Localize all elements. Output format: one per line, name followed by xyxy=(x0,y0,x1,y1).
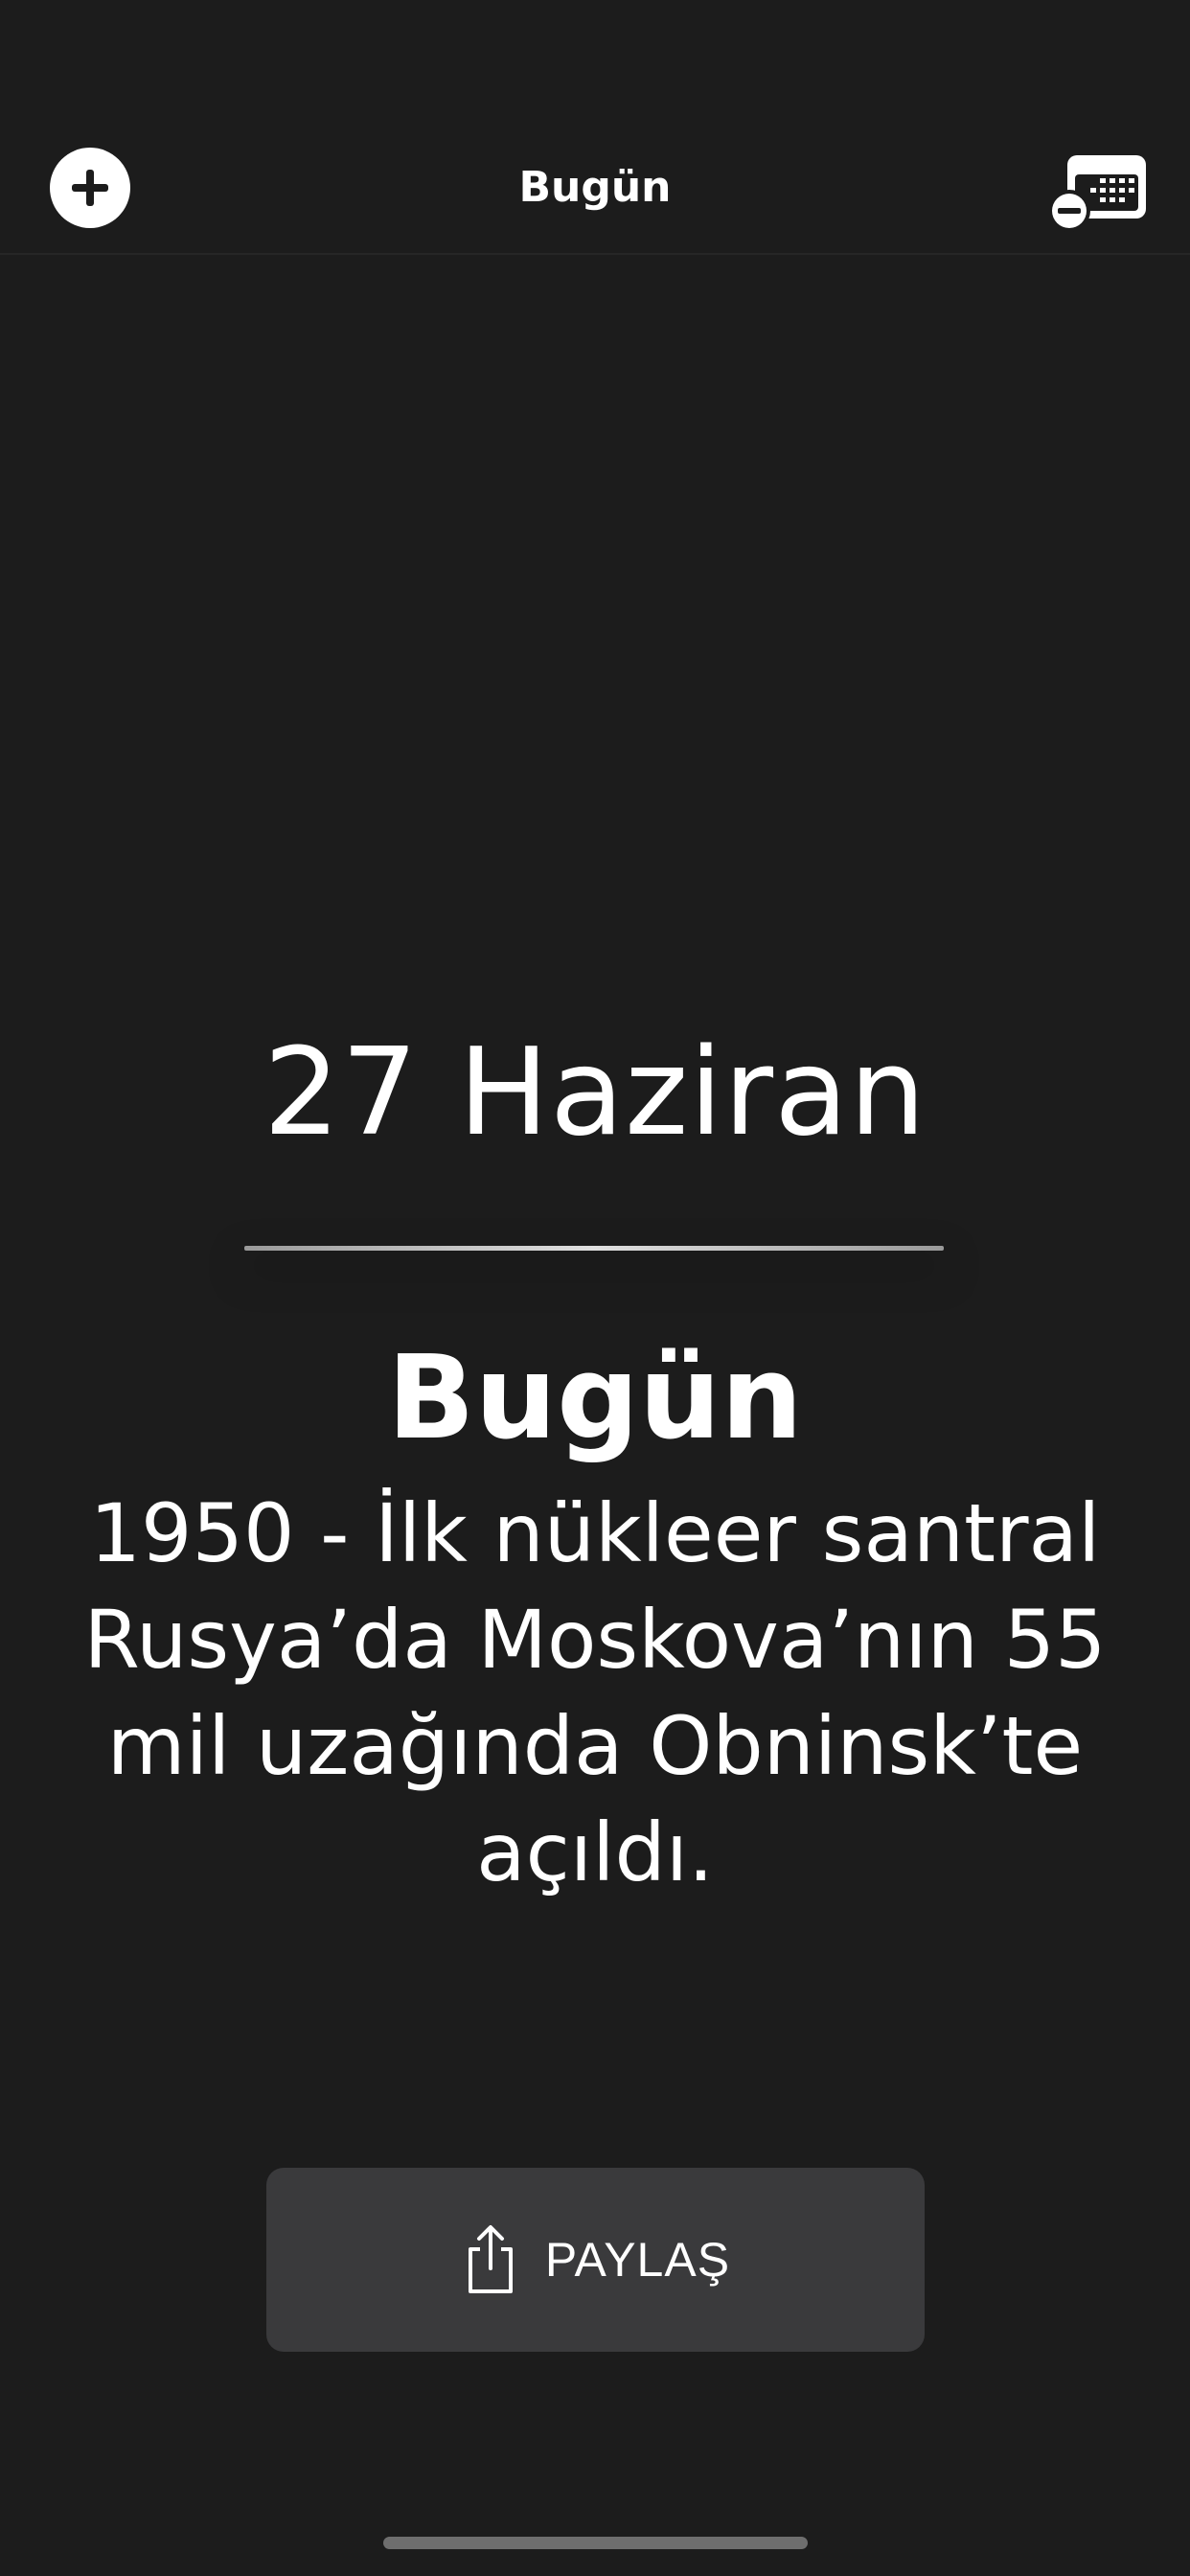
calendar-button[interactable] xyxy=(1046,150,1150,234)
share-button[interactable]: PAYLAŞ xyxy=(266,2168,925,2352)
share-label: PAYLAŞ xyxy=(544,2233,731,2287)
home-indicator[interactable] xyxy=(383,2537,808,2549)
event-description: 1950 - İlk nükleer santral Rusya’da Mosk… xyxy=(83,1486,1107,1899)
event-heading: Bugün xyxy=(387,1332,803,1465)
date-title: 27 Haziran xyxy=(263,1022,927,1162)
nav-title: Bugün xyxy=(518,163,672,212)
nav-bar: Bugün xyxy=(0,134,1190,255)
calendar-minus-icon xyxy=(1048,155,1146,232)
share-icon xyxy=(461,2224,520,2295)
divider xyxy=(244,1246,944,1251)
